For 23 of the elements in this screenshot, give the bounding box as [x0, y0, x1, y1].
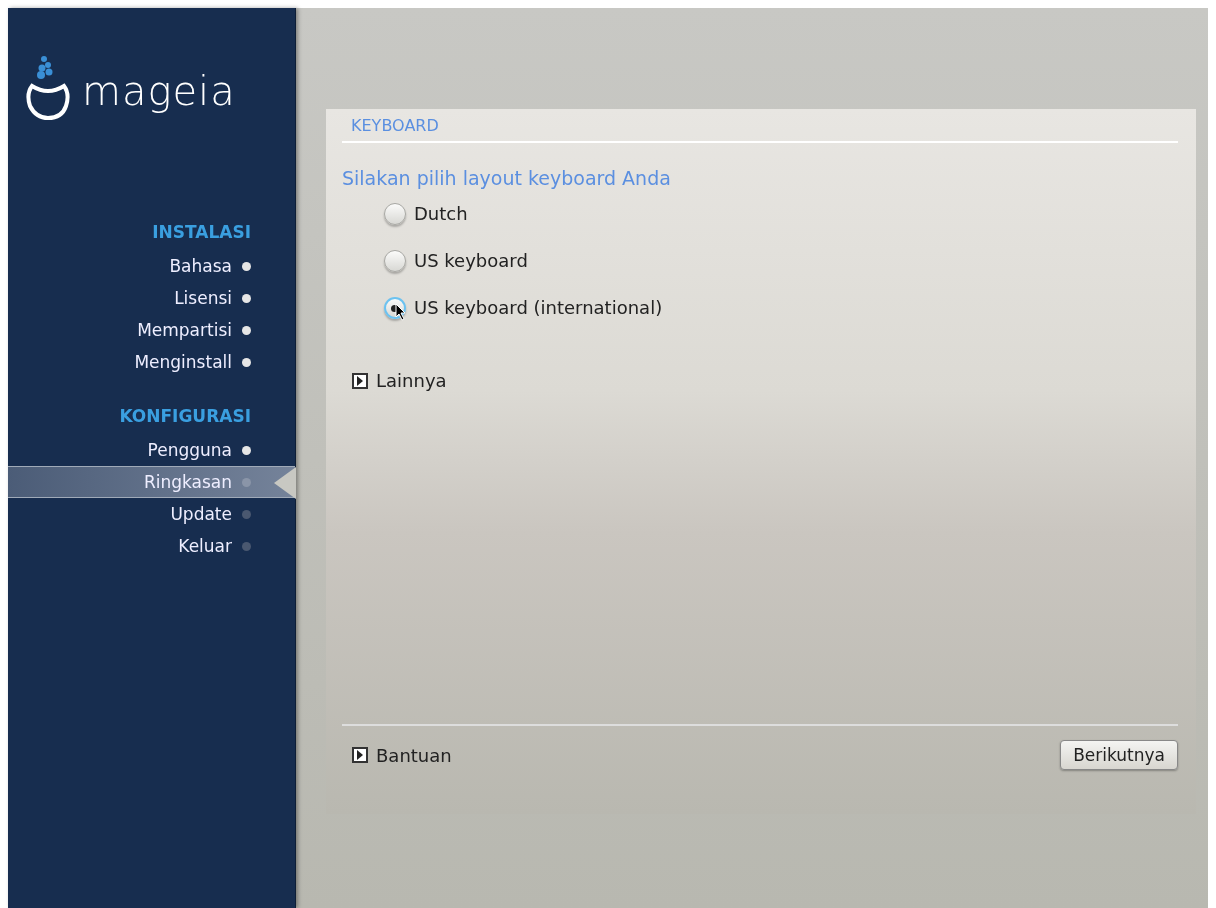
sidebar-item: Menginstall — [134, 352, 232, 372]
next-button[interactable]: Berikutnya — [1060, 740, 1178, 770]
expander-label[interactable]: Bantuan — [376, 744, 452, 766]
option-label[interactable]: US keyboard (international) — [414, 297, 663, 318]
sidebar-item: Pengguna — [147, 440, 232, 460]
sidebar-item: Bahasa — [169, 256, 232, 276]
radio-button[interactable] — [384, 202, 406, 225]
sidebar-item: Ringkasan — [143, 472, 232, 492]
option-label[interactable]: US keyboard — [414, 250, 528, 271]
sidebar-item: Mempartisi — [137, 320, 232, 340]
expander-label[interactable]: Lainnya — [376, 370, 447, 391]
section-heading: KONFIGURASI — [119, 405, 252, 428]
sidebar-item: Lisensi — [174, 288, 232, 308]
prompt-text: Silakan pilih layout keyboard Anda — [342, 167, 672, 189]
page-title: KEYBOARD — [351, 115, 439, 135]
section-heading: INSTALASI — [152, 221, 252, 244]
sidebar-item: Keluar — [178, 536, 232, 556]
sidebar-item: Update — [170, 504, 232, 524]
logo-text: mageia — [82, 68, 236, 116]
radio-button[interactable] — [384, 296, 406, 319]
option-label[interactable]: Dutch — [414, 203, 468, 224]
radio-button[interactable] — [384, 249, 406, 272]
mouse-cursor-icon — [395, 302, 407, 321]
